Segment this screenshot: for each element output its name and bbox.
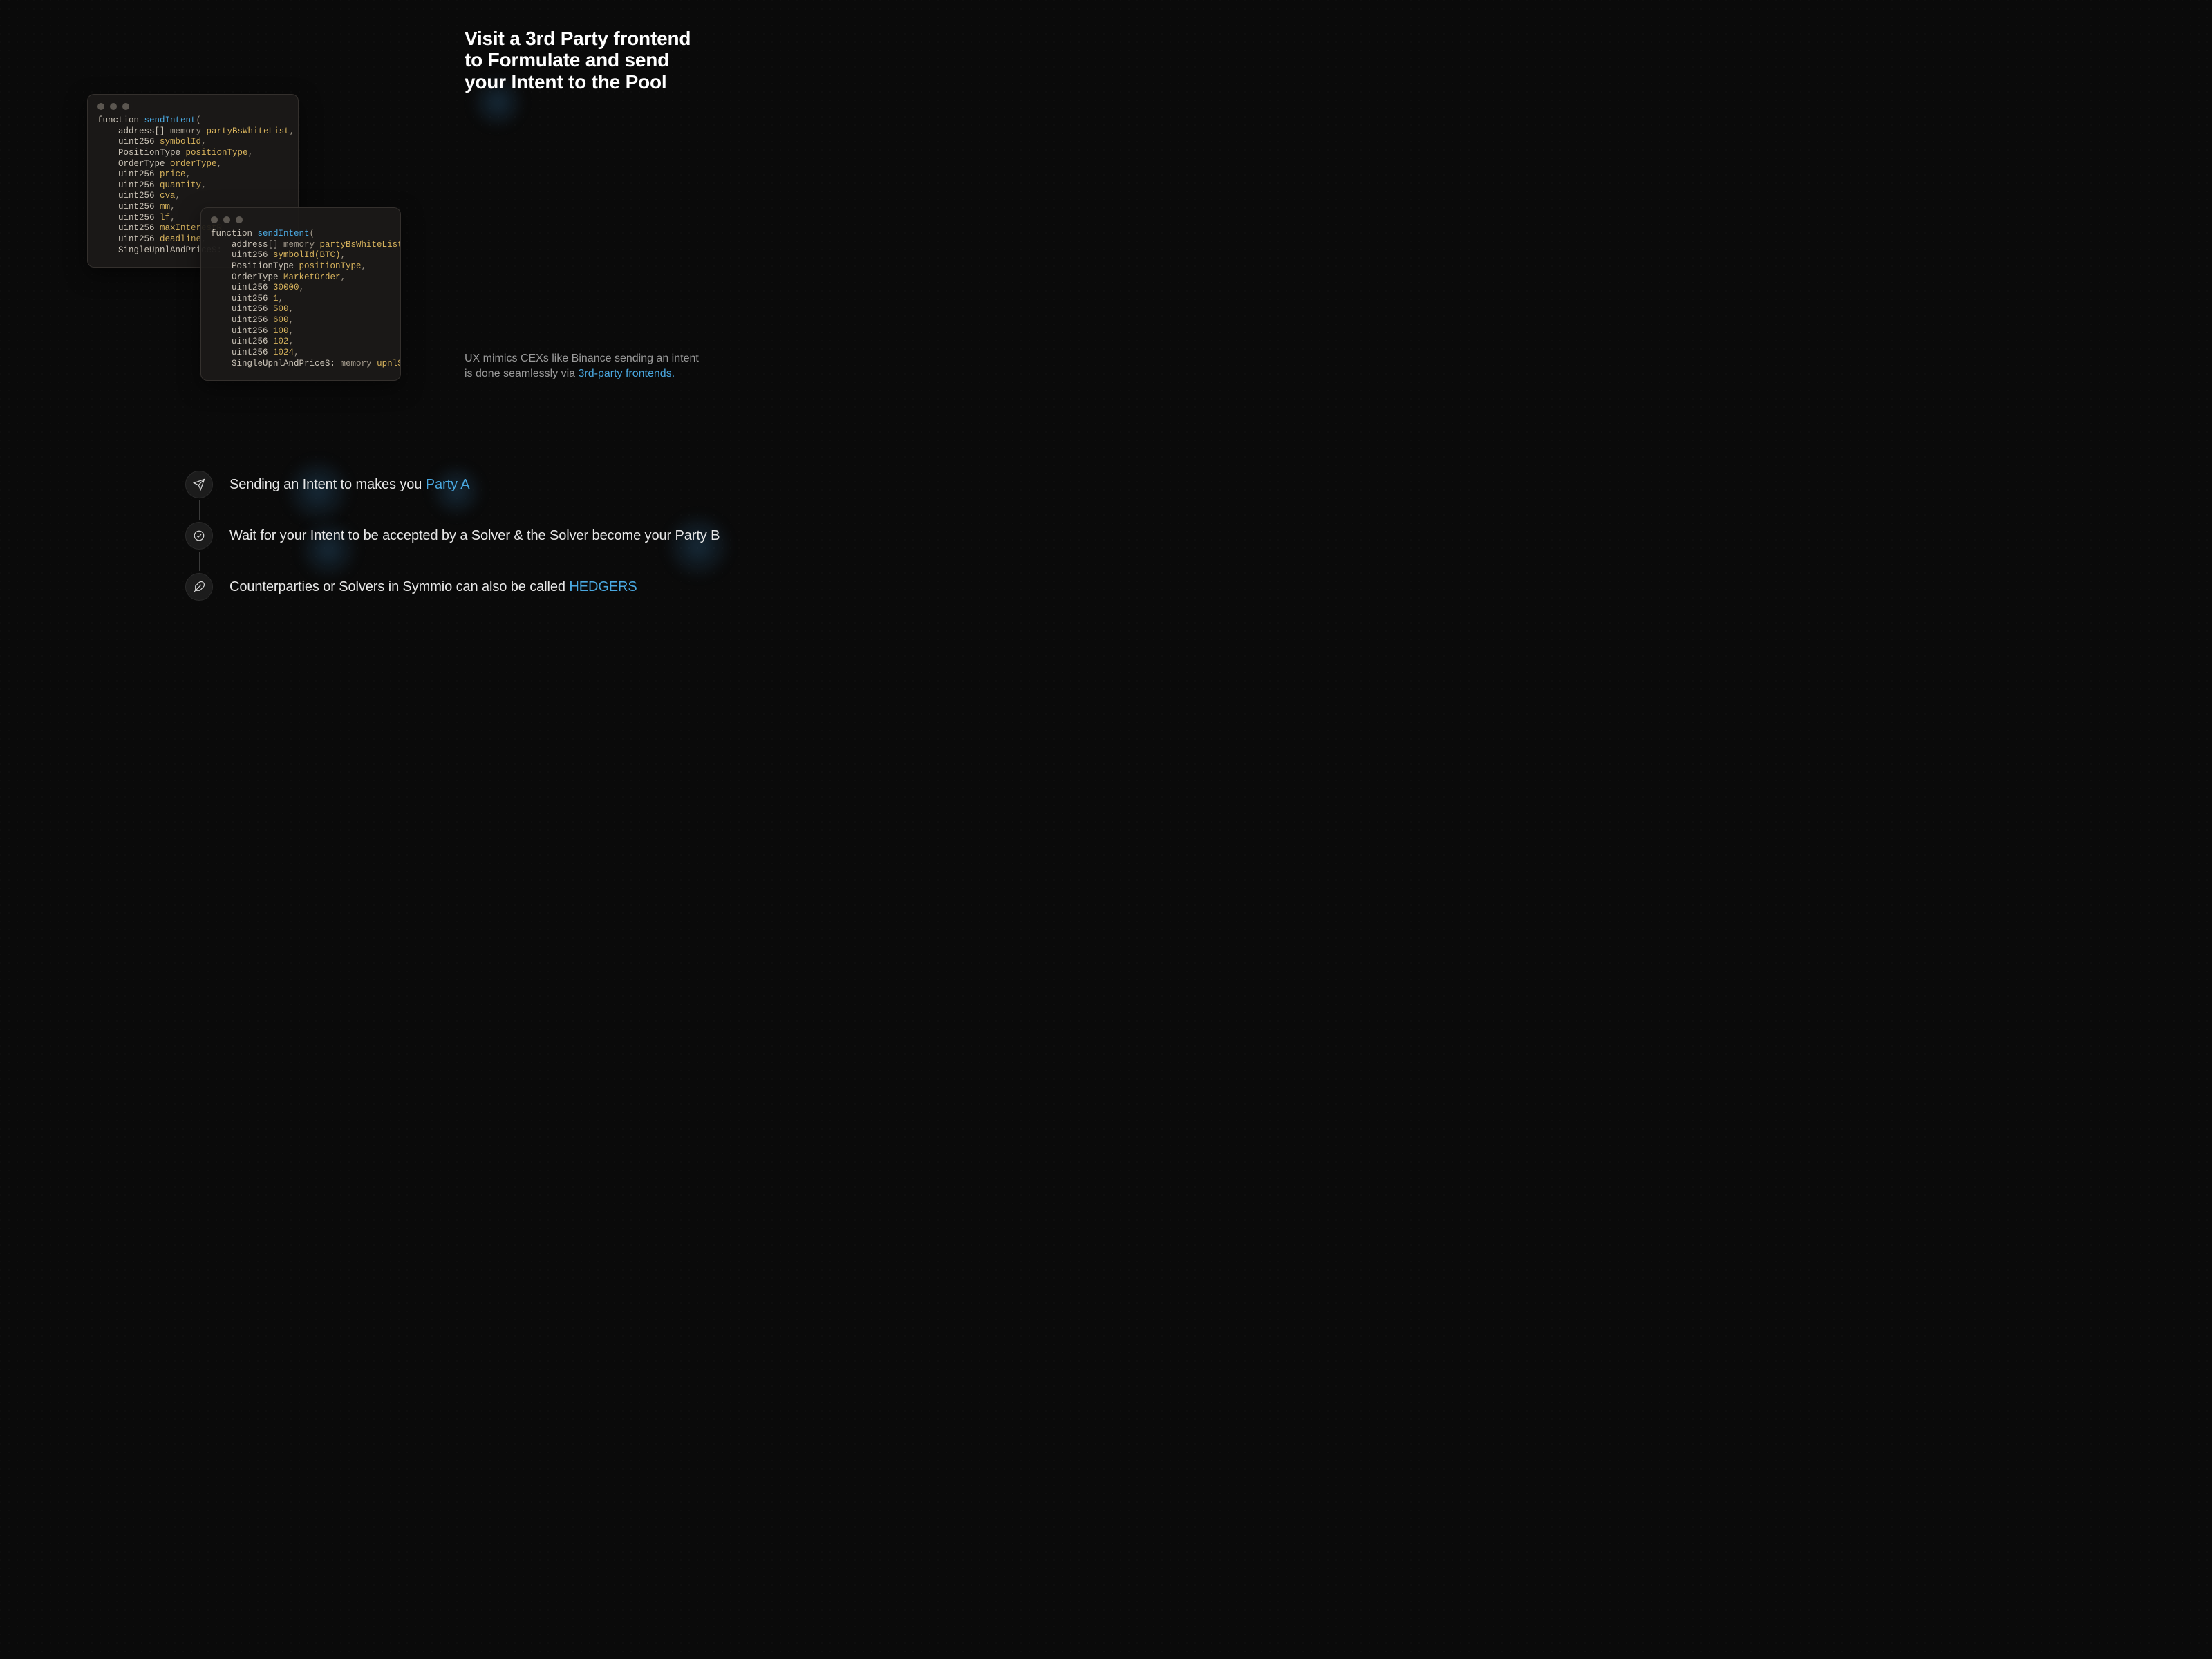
feather-icon [185,573,213,601]
steps-list: Sending an Intent to makes you Party A W… [185,469,720,603]
traffic-dot-icon [211,216,218,223]
window-traffic-lights [88,95,298,113]
traffic-dot-icon [236,216,243,223]
step-text: Sending an Intent to makes you Party A [229,477,470,493]
traffic-dot-icon [97,103,104,110]
traffic-dot-icon [122,103,129,110]
step-text-highlight: HEDGERS [569,579,637,594]
traffic-dot-icon [110,103,117,110]
step-text-pre: Sending an Intent to makes you [229,477,426,492]
step-text: Wait for your Intent to be accepted by a… [229,528,720,544]
code-window-example: function sendIntent( address[] memory pa… [200,207,401,381]
step-item: Counterparties or Solvers in Symmio can … [185,571,720,603]
step-text-pre: Counterparties or Solvers in Symmio can … [229,579,569,594]
send-icon [185,471,213,498]
step-item: Sending an Intent to makes you Party A [185,469,720,500]
hero-title: Visit a 3rd Party frontend to Formulate … [465,28,700,93]
step-connector [199,500,200,520]
traffic-dot-icon [223,216,230,223]
step-item: Wait for your Intent to be accepted by a… [185,520,720,552]
hero-desc-highlight: 3rd-party frontends. [579,368,675,379]
code-body: function sendIntent( address[] memory pa… [201,226,400,380]
check-circle-icon [185,522,213,550]
step-text-highlight: Party A [426,477,470,492]
hero-description: UX mimics CEXs like Binance sending an i… [465,351,700,381]
step-text-pre: Wait for your Intent to be accepted by a… [229,528,720,543]
step-text: Counterparties or Solvers in Symmio can … [229,579,637,595]
step-connector [199,552,200,571]
window-traffic-lights [201,208,400,226]
